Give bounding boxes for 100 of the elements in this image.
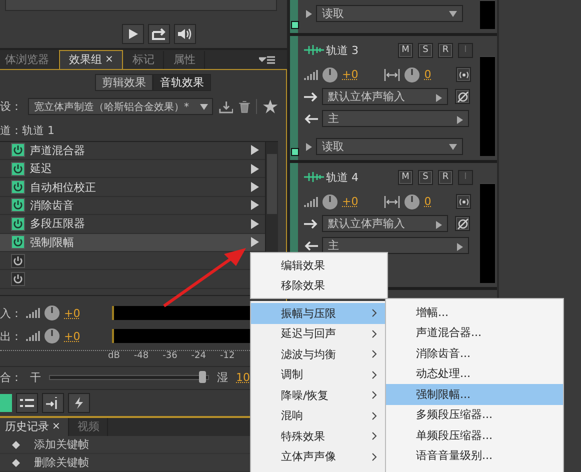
track-button[interactable]: S bbox=[418, 170, 433, 184]
chevron-icon bbox=[372, 432, 377, 440]
knob-icon[interactable] bbox=[322, 194, 338, 210]
loop-button[interactable] bbox=[148, 24, 170, 44]
effect-row[interactable]: 自动相位校正 bbox=[0, 178, 265, 197]
mix-label: 合： bbox=[0, 370, 22, 386]
broadcast-icon bbox=[458, 196, 470, 206]
slider-thumb[interactable] bbox=[199, 371, 206, 384]
trash-icon[interactable] bbox=[239, 100, 250, 114]
menu-item[interactable]: 增幅... bbox=[386, 302, 563, 322]
expand-triangle-icon[interactable] bbox=[251, 164, 259, 174]
volume-value[interactable]: +0 bbox=[342, 195, 358, 208]
menu-item[interactable]: 声道混合器... bbox=[386, 322, 563, 343]
menu-item[interactable]: 动态处理... bbox=[386, 364, 563, 384]
track-button[interactable]: R bbox=[438, 170, 453, 184]
effect-row[interactable]: 声道混合器 bbox=[0, 142, 265, 160]
keyframe-icon bbox=[12, 440, 20, 448]
chevron-icon bbox=[372, 309, 377, 318]
menu-item[interactable]: 振幅与压限 bbox=[251, 303, 387, 324]
knob-icon[interactable] bbox=[404, 66, 420, 82]
speaker-button[interactable] bbox=[174, 24, 196, 44]
input-dropdown[interactable]: 默认立体声输入 bbox=[322, 88, 448, 105]
track-button[interactable]: M bbox=[398, 170, 413, 184]
menu-item[interactable]: 降噪/恢复 bbox=[251, 385, 387, 406]
insert-button[interactable] bbox=[42, 392, 64, 413]
broadcast-icon bbox=[458, 70, 470, 80]
star-icon[interactable] bbox=[256, 99, 278, 114]
lightning-icon bbox=[74, 396, 84, 409]
knob-icon[interactable] bbox=[44, 328, 60, 344]
caret-icon bbox=[457, 242, 463, 250]
waveform-icon bbox=[304, 172, 324, 182]
monitor-button[interactable] bbox=[456, 67, 471, 82]
save-icon[interactable] bbox=[218, 100, 234, 114]
effect-tab[interactable]: 剪辑效果 bbox=[95, 74, 153, 91]
panel-tab[interactable]: 历史记录 × bbox=[0, 418, 70, 436]
lightning-button[interactable] bbox=[68, 392, 90, 413]
automation-dropdown[interactable]: 读取 bbox=[316, 5, 463, 22]
input-dropdown[interactable]: 默认立体声输入 bbox=[322, 215, 448, 232]
effect-row[interactable]: 强制限幅 bbox=[0, 234, 265, 252]
menu-item[interactable]: 语音音量级别... bbox=[386, 446, 563, 466]
menu-item[interactable]: 调制 bbox=[251, 364, 387, 385]
menu-item[interactable]: 延迟与回声 bbox=[251, 324, 387, 344]
effect-tab[interactable]: 音轨效果 bbox=[153, 74, 211, 91]
menu-item[interactable]: 移除效果 bbox=[251, 276, 387, 296]
level-bars-icon bbox=[26, 331, 40, 342]
scale-label: -24 bbox=[191, 350, 206, 363]
effect-row[interactable]: 消除齿音 bbox=[0, 196, 265, 216]
expand-triangle-icon[interactable] bbox=[251, 218, 259, 229]
phase-button[interactable] bbox=[455, 89, 470, 104]
knob-icon[interactable] bbox=[322, 66, 338, 82]
panel-tab[interactable]: 效果组 × bbox=[59, 50, 124, 69]
menu-item[interactable]: 多频段压缩器... bbox=[386, 404, 563, 425]
menu-item[interactable]: 单频段压缩器... bbox=[386, 425, 563, 446]
dry-label: 干 bbox=[30, 370, 41, 386]
chevron-icon bbox=[372, 370, 377, 379]
effect-row[interactable]: 延迟 bbox=[0, 160, 265, 178]
panel-menu-icon[interactable] bbox=[259, 54, 275, 65]
track-label: 道：轨道 1 bbox=[0, 122, 56, 139]
menu-item[interactable]: 特殊效果 bbox=[251, 426, 387, 446]
pan-value[interactable]: 0 bbox=[424, 195, 432, 208]
expand-triangle-icon[interactable] bbox=[251, 237, 259, 248]
menu-item[interactable]: 消除齿音... bbox=[386, 343, 563, 364]
menu-item[interactable]: 立体声声像 bbox=[251, 446, 387, 467]
track-button[interactable]: R bbox=[438, 42, 453, 58]
chevron-icon bbox=[372, 391, 377, 400]
track-button[interactable]: S bbox=[418, 42, 433, 58]
knob-icon[interactable] bbox=[404, 194, 420, 210]
level-bars-icon bbox=[26, 308, 40, 318]
knob-icon[interactable] bbox=[44, 305, 60, 322]
output-dropdown[interactable]: 主 bbox=[322, 110, 469, 127]
menu-item[interactable]: 滤波与均衡 bbox=[251, 344, 387, 364]
gain-value[interactable]: +0 bbox=[64, 330, 80, 343]
io-label: 入： bbox=[0, 306, 22, 321]
play-button[interactable] bbox=[122, 24, 144, 44]
mix-value[interactable]: 10 bbox=[236, 371, 250, 384]
history-item[interactable]: 添加关键帧 bbox=[34, 437, 89, 452]
expand-triangle-icon[interactable] bbox=[251, 182, 259, 192]
pan-value[interactable]: 0 bbox=[424, 68, 432, 81]
scrollbar[interactable] bbox=[5, 0, 277, 11]
gain-value[interactable]: +0 bbox=[64, 306, 80, 320]
track-button[interactable]: M bbox=[398, 42, 413, 58]
pan-icon bbox=[384, 68, 400, 80]
volume-value[interactable]: +0 bbox=[342, 68, 358, 81]
track-color-swatch bbox=[291, 21, 299, 29]
track-name[interactable]: 轨道 4 bbox=[326, 170, 358, 184]
history-item[interactable]: 删除关键帧 bbox=[34, 455, 89, 470]
track-name[interactable]: 轨道 3 bbox=[326, 42, 358, 58]
expand-triangle-icon[interactable] bbox=[306, 142, 312, 150]
menu-item[interactable]: 编辑效果 bbox=[251, 255, 387, 276]
expand-triangle-icon[interactable] bbox=[251, 145, 259, 156]
monitor-button[interactable] bbox=[456, 194, 471, 209]
menu-item[interactable]: 混响 bbox=[251, 406, 387, 426]
list-button[interactable] bbox=[16, 392, 38, 413]
expand-triangle-icon[interactable] bbox=[251, 200, 259, 210]
automation-dropdown[interactable]: 读取 bbox=[316, 138, 463, 155]
phase-button[interactable] bbox=[455, 216, 470, 231]
menu-item[interactable]: 强制限幅... bbox=[386, 384, 563, 404]
output-dropdown[interactable]: 主 bbox=[322, 237, 469, 254]
expand-triangle-icon[interactable] bbox=[306, 10, 312, 18]
preset-dropdown[interactable]: 宽立体声制造（哈斯铝合金效果）* bbox=[28, 98, 213, 116]
